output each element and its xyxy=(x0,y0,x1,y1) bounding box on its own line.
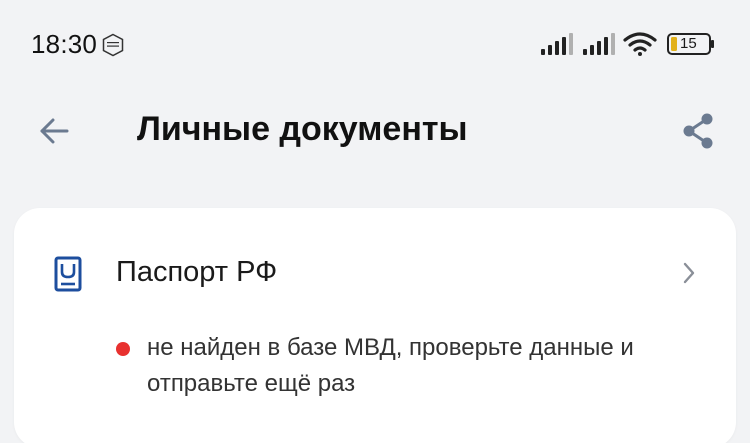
chevron-right-icon xyxy=(683,262,695,284)
app-header: Личные документы xyxy=(0,95,750,165)
cell-signal-icon xyxy=(541,33,573,55)
share-button[interactable] xyxy=(674,107,722,155)
page-title: Личные документы xyxy=(137,110,468,148)
document-card: Паспорт РФ не найден в базе МВД, проверь… xyxy=(14,208,736,443)
passport-icon xyxy=(54,256,82,292)
error-status-dot xyxy=(116,342,130,356)
share-icon xyxy=(683,113,713,149)
clock-time: 18:30 xyxy=(31,29,98,59)
wifi-icon xyxy=(623,32,657,56)
arrow-left-icon xyxy=(40,118,69,144)
battery-level: 15 xyxy=(680,35,697,52)
back-button[interactable] xyxy=(30,107,78,155)
document-status-text: не найден в базе МВД, проверьте данные и… xyxy=(147,334,634,397)
passport-row[interactable]: Паспорт РФ xyxy=(14,238,736,308)
cell-signal-icon xyxy=(583,33,615,55)
document-title: Паспорт РФ xyxy=(116,256,278,288)
gosuslugi-notification-icon xyxy=(102,33,124,57)
status-bar: 18:30 15 xyxy=(0,0,750,90)
